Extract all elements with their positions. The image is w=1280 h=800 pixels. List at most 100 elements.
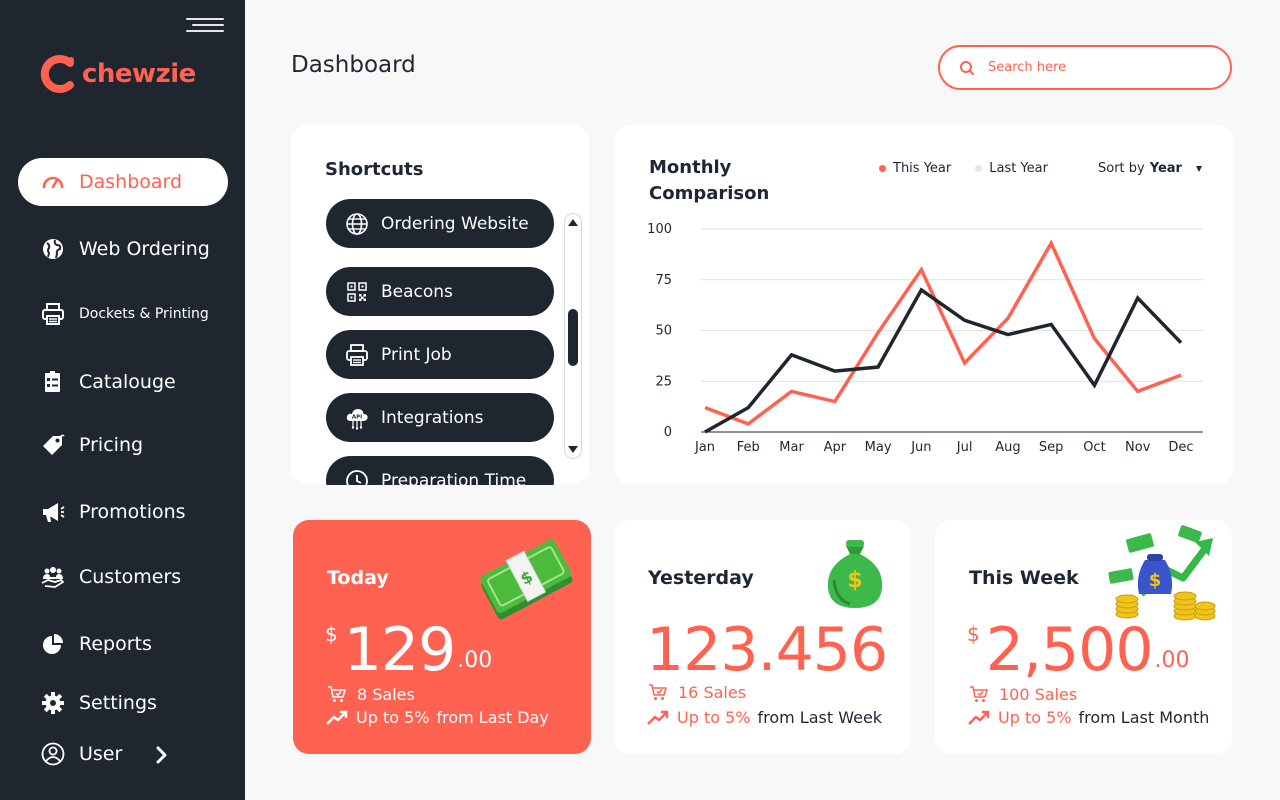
currency-symbol: $: [325, 622, 338, 646]
globe-icon: [40, 236, 66, 262]
shortcut-print-job[interactable]: Print Job: [326, 330, 554, 379]
gear-icon: [40, 690, 66, 716]
data-point[interactable]: [700, 403, 710, 413]
y-tick-label: 0: [664, 425, 672, 440]
data-point[interactable]: [743, 403, 753, 413]
legend-this-year[interactable]: This Year: [879, 161, 951, 176]
scroll-down-icon[interactable]: [568, 446, 578, 453]
qr-code-icon: [347, 281, 367, 302]
data-point[interactable]: [873, 328, 883, 338]
data-point[interactable]: [916, 265, 926, 275]
data-point[interactable]: [1133, 293, 1143, 303]
shortcut-preparation-time[interactable]: Preparation Time: [326, 456, 554, 485]
sidebar-item-label: Web Ordering: [79, 238, 210, 260]
chart-title: Monthly Comparison: [649, 157, 770, 204]
amount-cents: .00: [457, 648, 493, 673]
legend-last-year[interactable]: Last Year: [975, 161, 1048, 176]
shortcut-integrations[interactable]: API Integrations: [326, 393, 554, 442]
printer-icon: [346, 343, 368, 366]
data-point[interactable]: [830, 397, 840, 407]
stat-title: This Week: [969, 567, 1079, 589]
svg-text:API: API: [352, 414, 362, 420]
search-icon[interactable]: [958, 59, 976, 77]
search-input[interactable]: [988, 60, 1208, 75]
sales-text: 100 Sales: [999, 684, 1078, 704]
sales-text: 8 Sales: [357, 684, 415, 704]
sidebar-item-pricing[interactable]: Pricing: [18, 421, 228, 469]
cash-bundle-icon: $: [480, 539, 573, 620]
caret-down-icon: [1195, 165, 1202, 172]
scroll-up-icon[interactable]: [568, 219, 578, 226]
trend-suffix: from Last Day: [436, 708, 549, 727]
shortcut-ordering-website[interactable]: Ordering Website: [326, 199, 554, 248]
data-point[interactable]: [1176, 370, 1186, 380]
sidebar-item-promotions[interactable]: Promotions: [18, 488, 228, 536]
shortcuts-scrollbar[interactable]: [564, 213, 582, 459]
amount-value: 129: [343, 615, 457, 685]
price-tag-icon: [40, 432, 66, 458]
sidebar-item-dockets-printing[interactable]: Dockets & Printing: [18, 290, 228, 338]
sidebar-item-label: Settings: [79, 692, 157, 714]
sidebar-item-reports[interactable]: Reports: [18, 620, 228, 668]
sidebar-item-label: Dashboard: [79, 171, 183, 193]
stat-title: Today: [327, 567, 389, 589]
scrollbar-thumb[interactable]: [568, 309, 578, 366]
data-point[interactable]: [1003, 313, 1013, 323]
data-point[interactable]: [1176, 338, 1186, 348]
sidebar-item-settings[interactable]: Settings: [18, 679, 228, 727]
data-point[interactable]: [787, 386, 797, 396]
stat-amount: 123.456: [646, 615, 888, 685]
sidebar-item-catalogue[interactable]: Catalouge: [18, 358, 228, 406]
brand-logo[interactable]: chewzie: [40, 52, 196, 96]
data-point[interactable]: [1089, 334, 1099, 344]
sidebar-item-user[interactable]: User: [18, 730, 228, 778]
money-bag-icon: $: [827, 540, 883, 608]
cart-icon: [328, 686, 346, 702]
shortcut-label: Ordering Website: [381, 213, 529, 234]
amount-cents: .00: [1154, 648, 1190, 673]
today-card[interactable]: Today $ $ 129 .00 8 Sales Up to 5% from …: [293, 520, 591, 754]
shortcut-label: Preparation Time: [381, 470, 527, 486]
chevron-right-icon[interactable]: [155, 745, 169, 765]
sort-by-dropdown[interactable]: Sort by Year: [1098, 161, 1202, 176]
data-point[interactable]: [1089, 380, 1099, 390]
data-point[interactable]: [830, 366, 840, 376]
sort-label: Sort by: [1098, 161, 1145, 176]
shortcut-beacons[interactable]: Beacons: [326, 267, 554, 316]
series-line-this-year[interactable]: [704, 239, 1182, 426]
stat-amount: $ 2,500 .00: [967, 618, 1190, 682]
search-box[interactable]: [938, 45, 1232, 90]
data-point[interactable]: [787, 350, 797, 360]
shortcuts-title: Shortcuts: [325, 159, 424, 180]
cart-icon: [649, 684, 667, 700]
sidebar-item-dashboard[interactable]: Dashboard: [18, 158, 228, 206]
x-tick-label: Apr: [824, 440, 847, 455]
data-point[interactable]: [916, 285, 926, 295]
data-point[interactable]: [960, 315, 970, 325]
data-point[interactable]: [1133, 386, 1143, 396]
sidebar-item-customers[interactable]: Customers: [18, 553, 228, 601]
data-point[interactable]: [960, 358, 970, 368]
brand-name: chewzie: [82, 59, 196, 89]
data-point[interactable]: [1046, 238, 1056, 248]
this-week-card[interactable]: This Week $ $ 2,500 .00 100 Sales Up to …: [935, 520, 1232, 754]
page-title: Dashboard: [291, 52, 416, 78]
megaphone-icon: [40, 499, 66, 525]
sidebar-item-label: User: [79, 743, 123, 765]
data-point[interactable]: [743, 419, 753, 429]
sidebar-item-label: Customers: [79, 566, 182, 588]
series-line-last-year[interactable]: [704, 287, 1183, 434]
data-point[interactable]: [1046, 319, 1056, 329]
chewzie-logo-icon: [40, 55, 74, 93]
yesterday-card[interactable]: Yesterday $ 123.456 16 Sales Up to 5% fr…: [614, 520, 911, 754]
menu-toggle-icon[interactable]: [184, 17, 224, 33]
sales-text: 16 Sales: [678, 682, 747, 702]
data-point[interactable]: [873, 362, 883, 372]
data-point[interactable]: [700, 427, 710, 437]
amount-value: 123.456: [646, 615, 888, 685]
data-point[interactable]: [1003, 330, 1013, 340]
sales-count: 100 Sales: [969, 684, 1077, 704]
api-cloud-icon: API: [346, 408, 368, 430]
sidebar-item-web-ordering[interactable]: Web Ordering: [18, 225, 228, 273]
y-tick-label: 75: [655, 273, 672, 288]
